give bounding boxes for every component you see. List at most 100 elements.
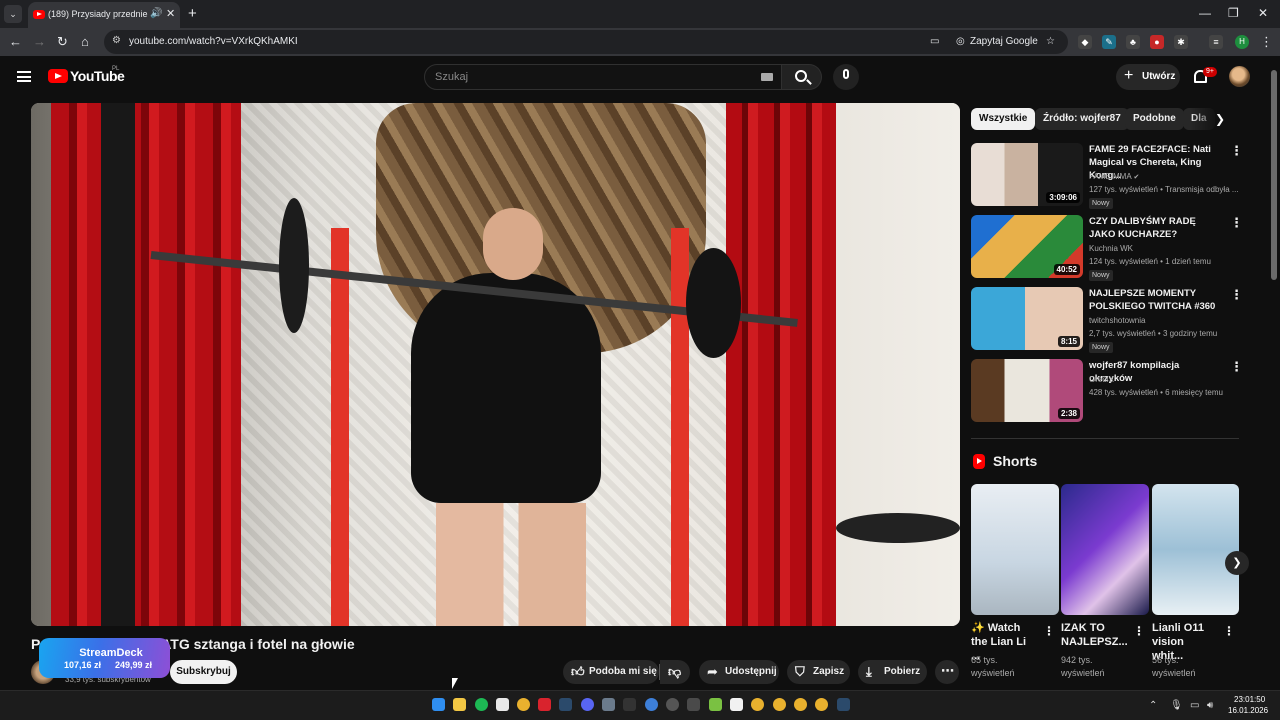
rec-thumbnail[interactable]: 8:15 xyxy=(971,287,1083,350)
window-close-icon[interactable]: ✕ xyxy=(1258,6,1268,20)
subscribe-button[interactable]: Subskrybuj xyxy=(170,660,237,684)
tray-mic-icon[interactable]: 🎙︎ xyxy=(1170,700,1183,711)
calculator-icon[interactable] xyxy=(496,698,509,711)
rec-thumbnail[interactable]: 3:09:06 xyxy=(971,143,1083,206)
app-icon[interactable] xyxy=(645,698,658,711)
create-button[interactable]: + Utwórz xyxy=(1116,64,1180,90)
install-app-icon[interactable]: ▭ xyxy=(930,36,939,47)
reload-icon[interactable]: ↻ xyxy=(57,34,68,50)
ask-google-icon[interactable]: ◎ xyxy=(956,36,965,47)
short-thumbnail[interactable] xyxy=(971,484,1059,615)
browser-menu-icon[interactable]: ⋮ xyxy=(1260,34,1273,50)
extension-translate-icon[interactable]: ✎ xyxy=(1102,35,1116,49)
tray-volume-icon[interactable]: 🔊︎ xyxy=(1207,700,1213,711)
rec-channel[interactable]: FAME MMA ✔ xyxy=(1089,172,1139,181)
like-button[interactable]: 👍︎ Podoba mi się xyxy=(563,660,659,684)
browser-tab-active[interactable]: (189) Przysiady przednie ATG sztanga i f… xyxy=(28,2,180,28)
download-button[interactable]: ⤓ Pobierz xyxy=(858,660,927,684)
short-thumbnail[interactable] xyxy=(1152,484,1239,615)
tab-close-icon[interactable]: ✕ xyxy=(166,7,175,20)
extension-leaf-icon[interactable]: ♣ xyxy=(1126,35,1140,49)
steam-icon[interactable] xyxy=(837,698,850,711)
share-button[interactable]: ➦ Udostępnij xyxy=(699,660,779,684)
discord-icon[interactable] xyxy=(581,698,594,711)
restore-icon[interactable]: ❐ xyxy=(1228,6,1239,20)
chevron-right-icon[interactable]: ❯ xyxy=(1215,112,1225,126)
url-text[interactable]: youtube.com/watch?v=VXrkQKhAMKI xyxy=(129,36,298,47)
steam-icon[interactable] xyxy=(559,698,572,711)
more-actions-button[interactable]: ⋯ xyxy=(935,660,959,684)
forward-icon[interactable]: → xyxy=(33,34,46,49)
youtube-logo-icon[interactable] xyxy=(48,69,68,83)
tab-search-icon[interactable]: ⌄ xyxy=(4,5,22,23)
save-button[interactable]: ⛉ Zapisz xyxy=(787,660,850,684)
clock-time[interactable]: 23:01:50 xyxy=(1234,695,1265,704)
page-scrollbar[interactable] xyxy=(1271,70,1277,280)
rec-title[interactable]: NAJLEPSZE MOMENTY POLSKIEGO TWITCHA #360 xyxy=(1089,287,1221,313)
app-icon[interactable] xyxy=(730,698,743,711)
back-icon[interactable]: ← xyxy=(9,34,22,49)
video-player[interactable] xyxy=(31,103,960,626)
search-button[interactable] xyxy=(782,64,822,90)
rec-thumbnail[interactable]: 40:52 xyxy=(971,215,1083,278)
spotify-icon[interactable] xyxy=(475,698,488,711)
short-title[interactable]: IZAK TO NAJLEPSZ... xyxy=(1061,621,1128,649)
new-tab-icon[interactable]: + xyxy=(188,5,197,22)
extension-red-icon[interactable]: ● xyxy=(1150,35,1164,49)
app-icon[interactable] xyxy=(602,698,615,711)
chip-related[interactable]: Podobne xyxy=(1125,108,1184,130)
short-more-icon[interactable]: ⋮ xyxy=(1223,624,1235,638)
chrome-icon[interactable] xyxy=(751,698,764,711)
chrome-icon[interactable] xyxy=(815,698,828,711)
short-thumbnail[interactable] xyxy=(1061,484,1149,615)
rec-title[interactable]: CZY DALIBYŚMY RADĘ JAKO KUCHARZE? xyxy=(1089,215,1221,241)
app-icon[interactable] xyxy=(623,698,636,711)
app-icon[interactable] xyxy=(666,698,679,711)
short-more-icon[interactable]: ⋮ xyxy=(1043,624,1055,638)
short-more-icon[interactable]: ⋮ xyxy=(1133,624,1145,638)
home-icon[interactable]: ⌂ xyxy=(81,34,89,49)
shorts-next-chevron-icon[interactable]: ❯ xyxy=(1225,551,1249,575)
profile-avatar[interactable]: H xyxy=(1235,35,1249,49)
file-explorer-icon[interactable] xyxy=(453,698,466,711)
red-app-icon[interactable] xyxy=(538,698,551,711)
rec-channel[interactable]: Kuchnia WK xyxy=(1089,244,1133,253)
streamdeck-promo-overlay[interactable]: StreamDeck 107,16 zł 249,99 zł xyxy=(39,638,170,678)
chrome-icon[interactable] xyxy=(517,698,530,711)
speaker-icon[interactable]: 🔊 xyxy=(150,8,162,19)
clock-date[interactable]: 16.01.2026 xyxy=(1228,706,1268,715)
chip-all[interactable]: Wszystkie xyxy=(971,108,1036,130)
app-icon[interactable] xyxy=(687,698,700,711)
chip-from-channel[interactable]: Źródło: wojfer87 xyxy=(1035,108,1129,130)
extension-shield-icon[interactable]: ◆ xyxy=(1078,35,1092,49)
chrome-icon[interactable] xyxy=(794,698,807,711)
site-info-icon[interactable]: ⚙ xyxy=(112,35,121,46)
rec-more-icon[interactable]: ⋮ xyxy=(1230,359,1243,375)
tray-chevron-icon[interactable]: ⌃ xyxy=(1149,700,1157,711)
bookmark-star-icon[interactable]: ☆ xyxy=(1046,36,1055,47)
menu-icon[interactable] xyxy=(17,71,31,82)
account-avatar[interactable] xyxy=(1229,66,1250,87)
promo-name: StreamDeck xyxy=(79,647,143,659)
rec-channel[interactable]: GrediX xyxy=(1089,375,1114,384)
media-controls-icon[interactable]: ≡ xyxy=(1209,35,1223,49)
address-bar[interactable]: ⚙ youtube.com/watch?v=VXrkQKhAMKI ▭ ◎ Za… xyxy=(104,30,1068,54)
tray-network-icon[interactable]: ▭ xyxy=(1190,700,1199,711)
youtube-header: YouTube PL Szukaj + Utwórz 9+ xyxy=(0,56,1280,98)
keyboard-icon[interactable] xyxy=(761,73,773,81)
voice-search-button[interactable] xyxy=(833,64,859,90)
search-input[interactable]: Szukaj xyxy=(424,64,782,90)
ask-google-button[interactable]: Zapytaj Google xyxy=(970,36,1038,47)
dislike-button[interactable]: 👎︎ xyxy=(660,660,690,684)
rec-more-icon[interactable]: ⋮ xyxy=(1230,287,1243,303)
rec-more-icon[interactable]: ⋮ xyxy=(1230,143,1243,159)
start-windows-icon[interactable] xyxy=(432,698,445,711)
chrome-icon[interactable] xyxy=(773,698,786,711)
browser-toolbar: ← → ↻ ⌂ ⚙ youtube.com/watch?v=VXrkQKhAMK… xyxy=(0,28,1280,56)
extensions-puzzle-icon[interactable]: ✱ xyxy=(1174,35,1188,49)
app-icon[interactable] xyxy=(709,698,722,711)
rec-channel[interactable]: twitchshotownia xyxy=(1089,316,1145,325)
minimize-icon[interactable]: — xyxy=(1199,6,1211,20)
rec-thumbnail[interactable]: 2:38 xyxy=(971,359,1083,422)
rec-more-icon[interactable]: ⋮ xyxy=(1230,215,1243,231)
